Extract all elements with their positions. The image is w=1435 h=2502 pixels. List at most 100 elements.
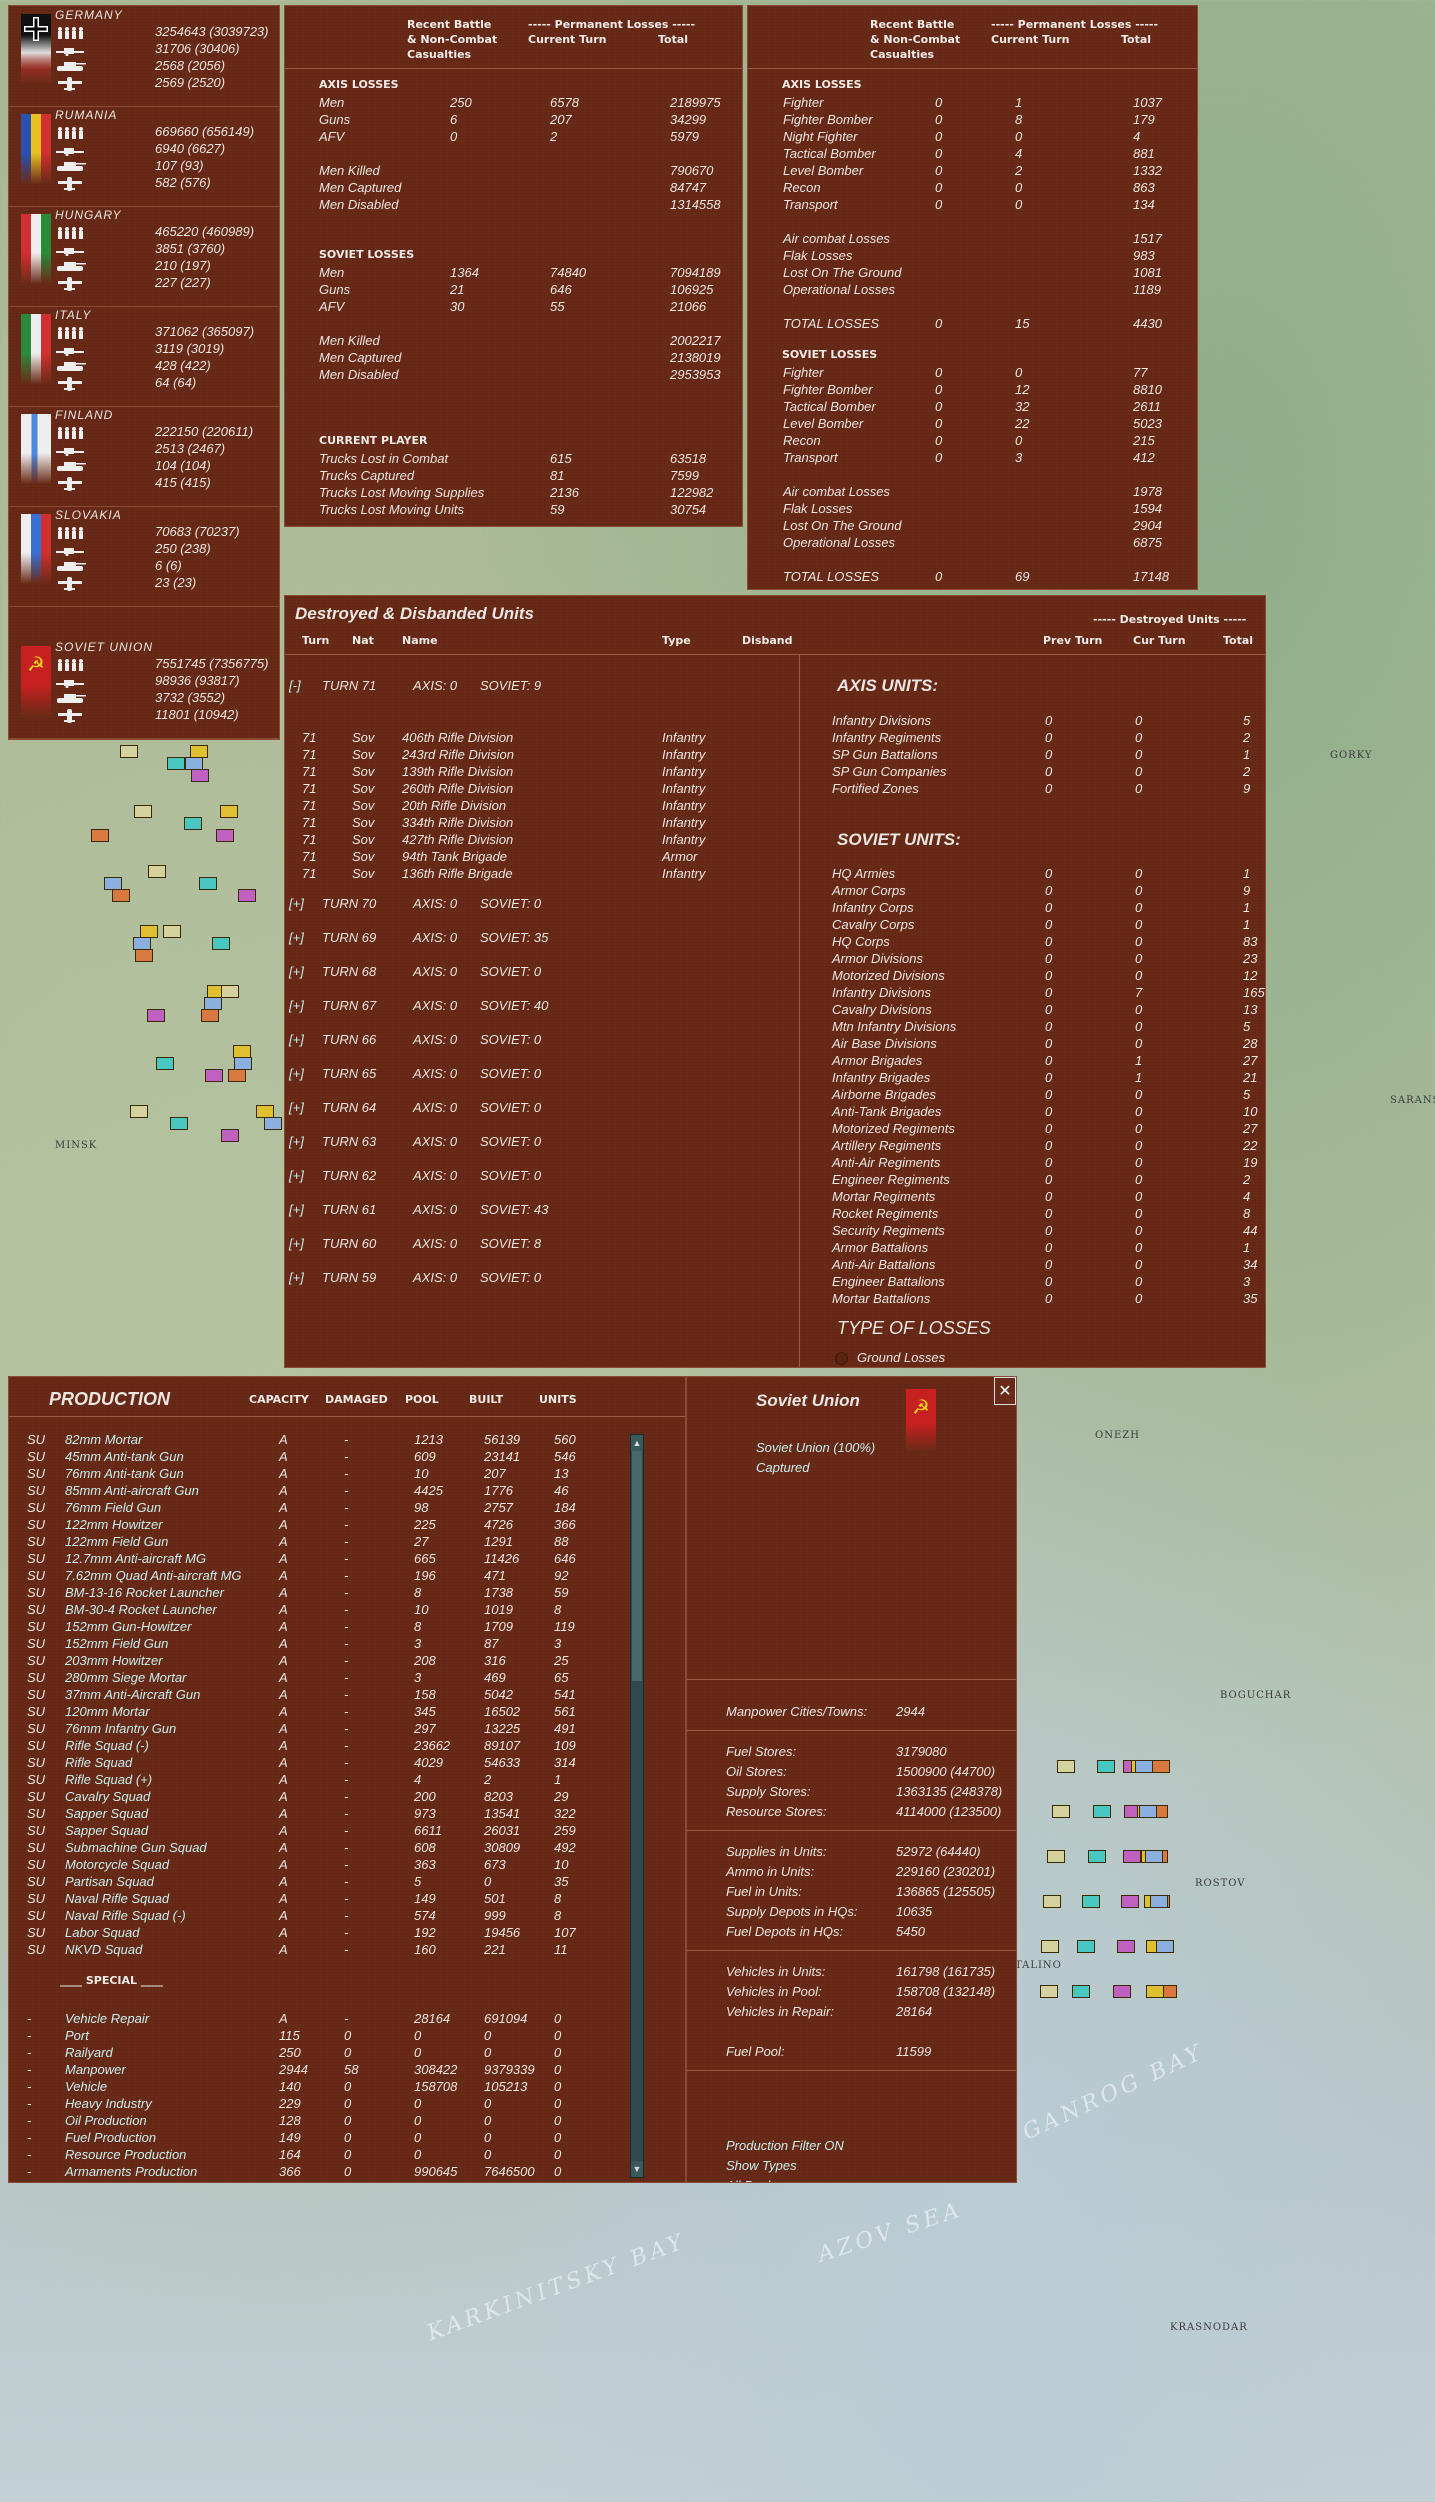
production-row[interactable]: SU 122mm Howitzer A - 225 4726 366 xyxy=(9,1516,685,1533)
unit-counter[interactable] xyxy=(198,877,217,890)
special-row[interactable]: - Manpower 2944 58 308422 9379339 0 xyxy=(9,2061,685,2078)
unit-counter[interactable] xyxy=(120,745,138,758)
ground-losses-radio[interactable] xyxy=(835,1352,848,1365)
unit-counter[interactable] xyxy=(1093,1805,1112,1818)
production-row[interactable]: SU 7.62mm Quad Anti-aircraft MG A - 196 471 92 xyxy=(9,1567,685,1584)
special-row[interactable]: - Armaments Production 366 0 990645 7646500 0 xyxy=(9,2163,685,2180)
unit-counter[interactable] xyxy=(1155,1940,1174,1953)
production-row[interactable]: SU 203mm Howitzer A - 208 316 25 xyxy=(9,1652,685,1669)
unit-counter[interactable] xyxy=(1040,1985,1058,1998)
production-row[interactable]: SU 152mm Gun-Howitzer A - 8 1709 119 xyxy=(9,1618,685,1635)
unit-counter[interactable] xyxy=(133,805,152,818)
production-row[interactable]: SU 76mm Infantry Gun A - 297 13225 491 xyxy=(9,1720,685,1737)
unit-counter[interactable] xyxy=(1088,1850,1106,1863)
scroll-up-arrow-icon[interactable]: ▲ xyxy=(631,1435,643,1451)
unit-counter[interactable] xyxy=(1057,1760,1076,1773)
production-row[interactable]: SU Submachine Gun Squad A - 608 30809 492 xyxy=(9,1839,685,1856)
collapse-toggle[interactable]: [-] xyxy=(289,678,301,693)
special-row[interactable]: - Vehicle 140 0 158708 105213 0 xyxy=(9,2078,685,2095)
special-row[interactable]: - Fuel Production 149 0 0 0 0 xyxy=(9,2129,685,2146)
production-row[interactable]: SU BM-13-16 Rocket Launcher A - 8 1738 59 xyxy=(9,1584,685,1601)
production-row[interactable]: SU Sapper Squad A - 973 13541 322 xyxy=(9,1805,685,1822)
unit-counter[interactable] xyxy=(91,829,110,842)
production-row[interactable]: SU Partisan Squad A - 5 0 35 xyxy=(9,1873,685,1890)
production-row[interactable]: SU Labor Squad A - 192 19456 107 xyxy=(9,1924,685,1941)
production-row[interactable]: SU Naval Rifle Squad (-) A - 574 999 8 xyxy=(9,1907,685,1924)
unit-counter[interactable] xyxy=(147,1009,166,1022)
unit-counter[interactable] xyxy=(212,937,231,950)
production-row[interactable]: SU Motorcycle Squad A - 363 673 10 xyxy=(9,1856,685,1873)
unit-counter[interactable] xyxy=(156,1057,175,1070)
unit-counter[interactable] xyxy=(1071,1985,1090,1998)
filter-link[interactable]: Production Filter ON xyxy=(726,2138,844,2153)
unit-counter[interactable] xyxy=(215,829,234,842)
production-row[interactable]: SU 76mm Anti-tank Gun A - 10 207 13 xyxy=(9,1465,685,1482)
production-row[interactable]: SU Cavalry Squad A - 200 8203 29 xyxy=(9,1788,685,1805)
special-row[interactable]: - Port 115 0 0 0 0 xyxy=(9,2027,685,2044)
unit-counter[interactable] xyxy=(1123,1850,1142,1863)
production-row[interactable]: SU BM-30-4 Rocket Launcher A - 10 1019 8 xyxy=(9,1601,685,1618)
filter-link[interactable]: Show Types xyxy=(726,2158,797,2173)
unit-counter[interactable] xyxy=(1121,1895,1140,1908)
production-row[interactable]: SU 37mm Anti-Aircraft Gun A - 158 5042 541 xyxy=(9,1686,685,1703)
unit-counter[interactable] xyxy=(1076,1940,1095,1953)
special-row[interactable]: - Railyard 250 0 0 0 0 xyxy=(9,2044,685,2061)
scrollbar-thumb[interactable] xyxy=(632,1451,642,1681)
unit-counter[interactable] xyxy=(1117,1940,1136,1953)
unit-counter[interactable] xyxy=(1043,1895,1062,1908)
unit-counter[interactable] xyxy=(167,757,186,770)
unit-counter[interactable] xyxy=(1144,1850,1163,1863)
filter-link[interactable]: All Pools xyxy=(726,2178,777,2182)
unit-counter[interactable] xyxy=(135,949,154,962)
production-row[interactable]: SU 45mm Anti-tank Gun A - 609 23141 546 xyxy=(9,1448,685,1465)
unit-counter[interactable] xyxy=(1134,1760,1153,1773)
unit-counter[interactable] xyxy=(147,865,166,878)
unit-counter[interactable] xyxy=(130,1105,149,1118)
production-row[interactable]: SU 12.7mm Anti-aircraft MG A - 665 11426 646 xyxy=(9,1550,685,1567)
production-row[interactable]: SU Rifle Squad (-) A - 23662 89107 109 xyxy=(9,1737,685,1754)
unit-counter[interactable] xyxy=(220,805,239,818)
unit-counter[interactable] xyxy=(204,1069,223,1082)
production-row[interactable]: SU 152mm Field Gun A - 3 87 3 xyxy=(9,1635,685,1652)
unit-counter[interactable] xyxy=(185,757,204,770)
production-row[interactable]: SU 85mm Anti-aircraft Gun A - 4425 1776 46 xyxy=(9,1482,685,1499)
production-row[interactable]: SU 122mm Field Gun A - 27 1291 88 xyxy=(9,1533,685,1550)
unit-counter[interactable] xyxy=(183,817,202,830)
unit-counter[interactable] xyxy=(1112,1985,1131,1998)
ground-losses-option[interactable]: Ground Losses xyxy=(857,1350,945,1365)
production-row[interactable]: SU 280mm Siege Mortar A - 3 469 65 xyxy=(9,1669,685,1686)
production-row[interactable]: SU 120mm Mortar A - 345 16502 561 xyxy=(9,1703,685,1720)
production-row[interactable]: SU 82mm Mortar A - 1213 56139 560 xyxy=(9,1431,685,1448)
scroll-down-arrow-icon[interactable]: ▼ xyxy=(631,2161,643,2177)
production-row[interactable]: SU 76mm Field Gun A - 98 2757 184 xyxy=(9,1499,685,1516)
unit-counter[interactable] xyxy=(200,1009,219,1022)
special-row[interactable]: - Vehicle Repair A - 28164 691094 0 xyxy=(9,2010,685,2027)
unit-counter[interactable] xyxy=(1047,1850,1066,1863)
unit-counter[interactable] xyxy=(191,769,210,782)
special-row[interactable]: - Resource Production 164 0 0 0 0 xyxy=(9,2146,685,2163)
unit-counter[interactable] xyxy=(1040,1940,1059,1953)
unit-counter[interactable] xyxy=(220,1129,239,1142)
unit-counter[interactable] xyxy=(1097,1760,1116,1773)
unit-counter[interactable] xyxy=(163,925,182,938)
production-row[interactable]: SU Rifle Squad A - 4029 54633 314 xyxy=(9,1754,685,1771)
production-row[interactable]: SU Naval Rifle Squad A - 149 501 8 xyxy=(9,1890,685,1907)
unit-counter[interactable] xyxy=(1052,1805,1070,1818)
unit-counter[interactable] xyxy=(263,1117,282,1130)
unit-counter[interactable] xyxy=(1139,1805,1158,1818)
unit-counter[interactable] xyxy=(237,889,256,902)
production-row[interactable]: SU Sapper Squad A - 6611 26031 259 xyxy=(9,1822,685,1839)
production-row[interactable]: SU Rifle Squad (+) A - 4 2 1 xyxy=(9,1771,685,1788)
unit-counter[interactable] xyxy=(220,985,239,998)
scrollbar[interactable]: ▲ ▼ xyxy=(630,1434,644,2178)
special-row[interactable]: - Heavy Industry 229 0 0 0 0 xyxy=(9,2095,685,2112)
unit-counter[interactable] xyxy=(1151,1760,1170,1773)
unit-counter[interactable] xyxy=(228,1069,247,1082)
unit-counter[interactable] xyxy=(1150,1895,1169,1908)
production-row[interactable]: SU NKVD Squad A - 160 221 11 xyxy=(9,1941,685,1958)
unit-counter[interactable] xyxy=(169,1117,188,1130)
special-row[interactable]: - Oil Production 128 0 0 0 0 xyxy=(9,2112,685,2129)
unit-counter[interactable] xyxy=(1082,1895,1101,1908)
unit-counter[interactable] xyxy=(1145,1985,1164,1998)
unit-counter[interactable] xyxy=(112,889,130,902)
